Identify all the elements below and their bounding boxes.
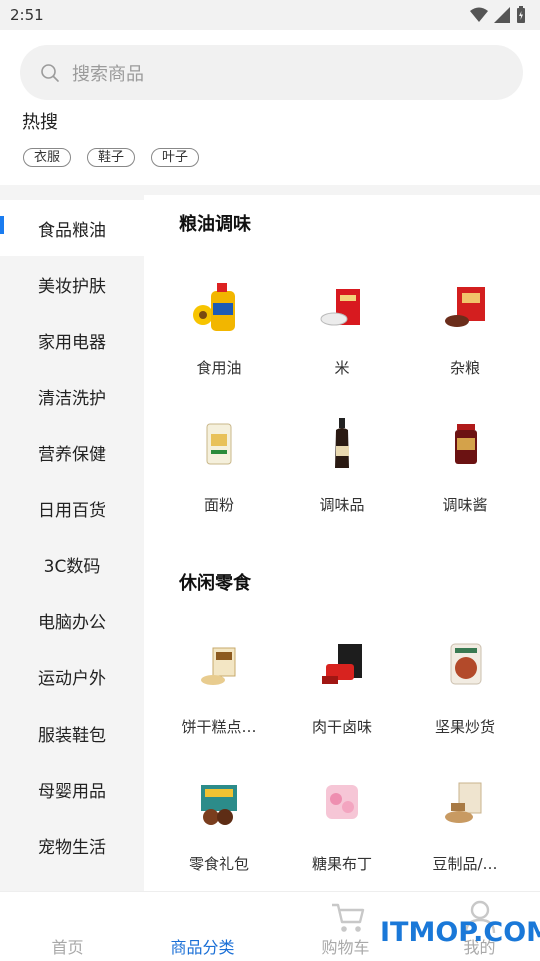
category-item-label: 调味酱: [442, 496, 488, 514]
section-title: 粮油调味: [179, 214, 251, 235]
nuts-bag-icon: [450, 643, 482, 685]
grain-box-icon: [445, 287, 485, 327]
flour-bag-icon: [206, 423, 232, 465]
category-item-label: 面粉: [203, 496, 234, 514]
category-item-label: 豆制品/…: [432, 855, 498, 873]
status-icons: [470, 6, 526, 24]
sidebar-item[interactable]: 服装鞋包: [0, 705, 144, 761]
category-sidebar: 食品粮油 美妆护肤 家用电器 清洁洗护 营养保健 日用百货 3C数码 电脑办公 …: [0, 195, 144, 891]
biscuit-icon: [201, 647, 236, 685]
category-item-label: 食用油: [196, 359, 242, 377]
watermark-logo: ITMOP.COM: [380, 917, 540, 948]
hot-search-tag[interactable]: 鞋子: [87, 148, 136, 167]
category-item-label: 糖果布丁: [311, 855, 372, 873]
rice-bag-icon: [320, 289, 360, 326]
sidebar-item[interactable]: 清洁洗护: [0, 368, 144, 424]
category-item-label: 调味品: [319, 496, 365, 514]
section-title: 休闲零食: [179, 573, 251, 594]
snack-gift-box-icon: [201, 785, 237, 825]
section-divider: [0, 185, 540, 195]
category-item-label: 饼干糕点…: [181, 718, 257, 736]
sidebar-item[interactable]: 运动户外: [0, 648, 144, 704]
tofu-snack-icon: [445, 782, 482, 823]
search-input[interactable]: 搜索商品: [72, 60, 144, 86]
status-bar: 2:51: [0, 0, 540, 30]
category-item[interactable]: 豆制品/…: [405, 773, 525, 874]
sidebar-item[interactable]: 营养保健: [0, 424, 144, 480]
candy-icon: [326, 785, 358, 819]
category-item-label: 肉干卤味: [311, 718, 372, 736]
hot-search-tag[interactable]: 衣服: [23, 148, 72, 167]
category-item[interactable]: 糖果布丁: [282, 773, 402, 874]
sidebar-item[interactable]: 宠物生活: [0, 817, 144, 873]
category-item-label: 米: [334, 359, 350, 377]
cart-icon: [332, 903, 365, 932]
category-item[interactable]: 米: [282, 277, 402, 378]
jerky-icon: [322, 644, 362, 684]
search-bar[interactable]: 搜索商品: [20, 45, 523, 100]
sidebar-item[interactable]: 食品粮油: [0, 200, 144, 256]
tab-label: 商品分类: [170, 938, 235, 957]
hot-search-tags: 衣服 鞋子 叶子: [23, 148, 200, 167]
category-item[interactable]: 食用油: [159, 277, 279, 378]
category-item-label: 坚果炒货: [434, 718, 495, 736]
category-item[interactable]: 杂粮: [405, 277, 525, 378]
category-item[interactable]: 面粉: [159, 414, 279, 515]
sidebar-item[interactable]: 日用百货: [0, 480, 144, 536]
wifi-icon: [470, 7, 488, 22]
sidebar-item[interactable]: 电脑办公: [0, 592, 144, 648]
oil-bottle-icon: [193, 283, 235, 331]
search-icon: [41, 63, 59, 82]
hot-search-tag[interactable]: 叶子: [151, 148, 200, 167]
sidebar-item[interactable]: 家用电器: [0, 312, 144, 368]
tab-home[interactable]: 首页: [0, 892, 135, 961]
category-item[interactable]: 坚果炒货: [405, 636, 525, 737]
category-item[interactable]: 零食礼包: [159, 773, 279, 874]
category-item-label: 零食礼包: [188, 855, 249, 873]
tab-label: 首页: [51, 938, 84, 957]
sidebar-item[interactable]: 3C数码: [0, 536, 144, 592]
sidebar-item[interactable]: 美妆护肤: [0, 256, 144, 312]
tab-category[interactable]: 商品分类: [135, 892, 270, 961]
category-item[interactable]: 调味酱: [405, 414, 525, 515]
category-content: 粮油调味 食用油 米 杂粮 面粉 调味品 调味酱 休闲零食 饼干糕点… 肉干卤味…: [144, 195, 540, 891]
status-time: 2:51: [10, 6, 44, 24]
category-item[interactable]: 饼干糕点…: [159, 636, 279, 737]
category-item[interactable]: 肉干卤味: [282, 636, 402, 737]
sidebar-item[interactable]: 母婴用品: [0, 761, 144, 817]
hot-search-title: 热搜: [22, 112, 58, 133]
battery-icon: [517, 6, 525, 23]
soy-sauce-bottle-icon: [335, 418, 349, 468]
sauce-jar-icon: [455, 424, 477, 464]
category-item-label: 杂粮: [449, 359, 480, 377]
category-item[interactable]: 调味品: [282, 414, 402, 515]
signal-icon: [494, 7, 510, 23]
